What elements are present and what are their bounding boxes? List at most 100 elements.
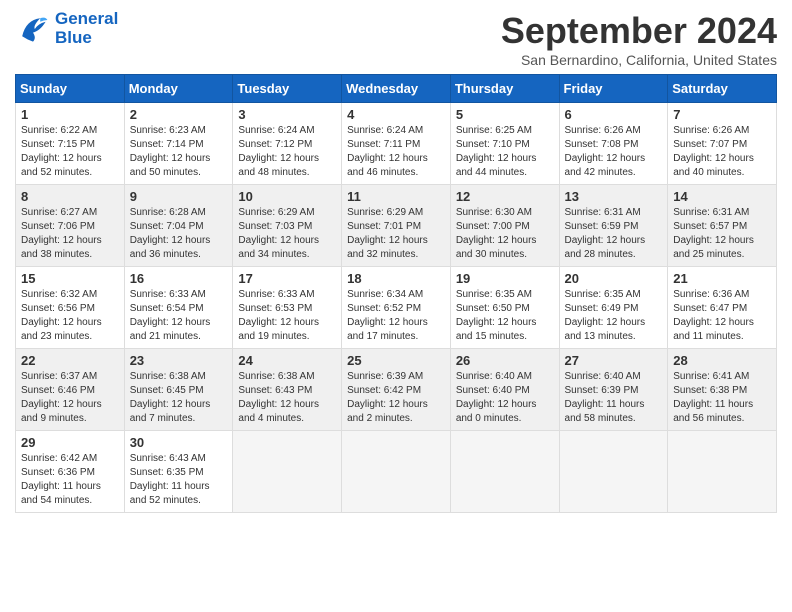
calendar-cell — [450, 431, 559, 513]
day-number: 27 — [565, 353, 663, 368]
day-info: Sunrise: 6:29 AMSunset: 7:01 PMDaylight:… — [347, 206, 445, 262]
day-info: Sunrise: 6:25 AMSunset: 7:10 PMDaylight:… — [456, 124, 554, 180]
title-area: September 2024 San Bernardino, Californi… — [501, 10, 777, 68]
calendar-cell: 11 Sunrise: 6:29 AMSunset: 7:01 PMDayligh… — [342, 185, 451, 267]
calendar-cell — [559, 431, 668, 513]
day-info: Sunrise: 6:23 AMSunset: 7:14 PMDaylight:… — [130, 124, 228, 180]
calendar-cell: 27 Sunrise: 6:40 AMSunset: 6:39 PMDayligh… — [559, 349, 668, 431]
day-info: Sunrise: 6:28 AMSunset: 7:04 PMDaylight:… — [130, 206, 228, 262]
logo: General Blue — [15, 10, 118, 47]
day-number: 10 — [238, 189, 336, 204]
calendar-cell: 8 Sunrise: 6:27 AMSunset: 7:06 PMDaylight… — [16, 185, 125, 267]
calendar-cell: 17 Sunrise: 6:33 AMSunset: 6:53 PMDayligh… — [233, 267, 342, 349]
day-info: Sunrise: 6:43 AMSunset: 6:35 PMDaylight:… — [130, 452, 228, 508]
calendar-cell: 20Sunrise: 6:35 AMSunset: 6:49 PMDayligh… — [559, 267, 668, 349]
day-number: 11 — [347, 189, 445, 204]
day-number: 16 — [130, 271, 228, 286]
day-number: 28 — [673, 353, 771, 368]
weekday-header-row: SundayMondayTuesdayWednesdayThursdayFrid… — [16, 75, 777, 103]
calendar-cell: 21 Sunrise: 6:36 AMSunset: 6:47 PMDayligh… — [668, 267, 777, 349]
calendar-cell: 16 Sunrise: 6:33 AMSunset: 6:54 PMDayligh… — [124, 267, 233, 349]
day-info: Sunrise: 6:33 AMSunset: 6:53 PMDaylight:… — [238, 288, 336, 344]
page-title: September 2024 — [501, 10, 777, 52]
day-number: 2 — [130, 107, 228, 122]
day-number: 4 — [347, 107, 445, 122]
weekday-header: Sunday — [16, 75, 125, 103]
day-number: 9 — [130, 189, 228, 204]
day-info: Sunrise: 6:40 AMSunset: 6:39 PMDaylight:… — [565, 370, 663, 426]
day-info: Sunrise: 6:24 AMSunset: 7:11 PMDaylight:… — [347, 124, 445, 180]
day-info: Sunrise: 6:40 AMSunset: 6:40 PMDaylight:… — [456, 370, 554, 426]
day-info: Sunrise: 6:26 AMSunset: 7:07 PMDaylight:… — [673, 124, 771, 180]
calendar-cell: 18Sunrise: 6:34 AMSunset: 6:52 PMDayligh… — [342, 267, 451, 349]
day-number: 8 — [21, 189, 119, 204]
calendar-week-row: 1Sunrise: 6:22 AMSunset: 7:15 PMDaylight… — [16, 103, 777, 185]
calendar-cell: 26Sunrise: 6:40 AMSunset: 6:40 PMDayligh… — [450, 349, 559, 431]
day-number: 22 — [21, 353, 119, 368]
day-info: Sunrise: 6:31 AMSunset: 6:59 PMDaylight:… — [565, 206, 663, 262]
calendar-cell: 14 Sunrise: 6:31 AMSunset: 6:57 PMDayligh… — [668, 185, 777, 267]
calendar-cell: 5 Sunrise: 6:25 AMSunset: 7:10 PMDaylight… — [450, 103, 559, 185]
day-number: 5 — [456, 107, 554, 122]
weekday-header: Tuesday — [233, 75, 342, 103]
day-info: Sunrise: 6:29 AMSunset: 7:03 PMDaylight:… — [238, 206, 336, 262]
day-info: Sunrise: 6:38 AMSunset: 6:43 PMDaylight:… — [238, 370, 336, 426]
day-info: Sunrise: 6:31 AMSunset: 6:57 PMDaylight:… — [673, 206, 771, 262]
day-number: 14 — [673, 189, 771, 204]
day-number: 29 — [21, 435, 119, 450]
day-info: Sunrise: 6:37 AMSunset: 6:46 PMDaylight:… — [21, 370, 119, 426]
calendar-cell: 29Sunrise: 6:42 AMSunset: 6:36 PMDayligh… — [16, 431, 125, 513]
calendar-cell: 9 Sunrise: 6:28 AMSunset: 7:04 PMDaylight… — [124, 185, 233, 267]
calendar-cell: 10 Sunrise: 6:29 AMSunset: 7:03 PMDayligh… — [233, 185, 342, 267]
day-info: Sunrise: 6:32 AMSunset: 6:56 PMDaylight:… — [21, 288, 119, 344]
day-info: Sunrise: 6:30 AMSunset: 7:00 PMDaylight:… — [456, 206, 554, 262]
day-number: 23 — [130, 353, 228, 368]
weekday-header: Saturday — [668, 75, 777, 103]
day-number: 1 — [21, 107, 119, 122]
header: General Blue September 2024 San Bernardi… — [15, 10, 777, 68]
page-subtitle: San Bernardino, California, United State… — [501, 52, 777, 68]
logo-text: General Blue — [55, 10, 118, 47]
calendar-cell: 23 Sunrise: 6:38 AMSunset: 6:45 PMDayligh… — [124, 349, 233, 431]
calendar-week-row: 29Sunrise: 6:42 AMSunset: 6:36 PMDayligh… — [16, 431, 777, 513]
calendar-cell: 7 Sunrise: 6:26 AMSunset: 7:07 PMDaylight… — [668, 103, 777, 185]
calendar-cell: 1Sunrise: 6:22 AMSunset: 7:15 PMDaylight… — [16, 103, 125, 185]
calendar-cell: 22 Sunrise: 6:37 AMSunset: 6:46 PMDayligh… — [16, 349, 125, 431]
day-number: 25 — [347, 353, 445, 368]
calendar-week-row: 22 Sunrise: 6:37 AMSunset: 6:46 PMDayligh… — [16, 349, 777, 431]
day-number: 19 — [456, 271, 554, 286]
calendar-cell: 28 Sunrise: 6:41 AMSunset: 6:38 PMDayligh… — [668, 349, 777, 431]
day-info: Sunrise: 6:36 AMSunset: 6:47 PMDaylight:… — [673, 288, 771, 344]
calendar-week-row: 15 Sunrise: 6:32 AMSunset: 6:56 PMDayligh… — [16, 267, 777, 349]
day-number: 15 — [21, 271, 119, 286]
day-number: 7 — [673, 107, 771, 122]
calendar-cell: 2 Sunrise: 6:23 AMSunset: 7:14 PMDaylight… — [124, 103, 233, 185]
day-number: 6 — [565, 107, 663, 122]
calendar-cell: 12Sunrise: 6:30 AMSunset: 7:00 PMDayligh… — [450, 185, 559, 267]
calendar-cell: 24 Sunrise: 6:38 AMSunset: 6:43 PMDayligh… — [233, 349, 342, 431]
calendar-cell: 4 Sunrise: 6:24 AMSunset: 7:11 PMDaylight… — [342, 103, 451, 185]
day-info: Sunrise: 6:39 AMSunset: 6:42 PMDaylight:… — [347, 370, 445, 426]
day-info: Sunrise: 6:26 AMSunset: 7:08 PMDaylight:… — [565, 124, 663, 180]
day-info: Sunrise: 6:33 AMSunset: 6:54 PMDaylight:… — [130, 288, 228, 344]
day-number: 17 — [238, 271, 336, 286]
weekday-header: Monday — [124, 75, 233, 103]
day-info: Sunrise: 6:24 AMSunset: 7:12 PMDaylight:… — [238, 124, 336, 180]
day-number: 21 — [673, 271, 771, 286]
calendar-cell: 19Sunrise: 6:35 AMSunset: 6:50 PMDayligh… — [450, 267, 559, 349]
calendar-cell: 6 Sunrise: 6:26 AMSunset: 7:08 PMDaylight… — [559, 103, 668, 185]
calendar-cell: 3Sunrise: 6:24 AMSunset: 7:12 PMDaylight… — [233, 103, 342, 185]
day-info: Sunrise: 6:41 AMSunset: 6:38 PMDaylight:… — [673, 370, 771, 426]
calendar-cell: 13Sunrise: 6:31 AMSunset: 6:59 PMDayligh… — [559, 185, 668, 267]
day-number: 30 — [130, 435, 228, 450]
calendar-cell: 25 Sunrise: 6:39 AMSunset: 6:42 PMDayligh… — [342, 349, 451, 431]
calendar-cell — [233, 431, 342, 513]
day-info: Sunrise: 6:35 AMSunset: 6:49 PMDaylight:… — [565, 288, 663, 344]
day-info: Sunrise: 6:38 AMSunset: 6:45 PMDaylight:… — [130, 370, 228, 426]
calendar-cell: 15 Sunrise: 6:32 AMSunset: 6:56 PMDayligh… — [16, 267, 125, 349]
day-info: Sunrise: 6:27 AMSunset: 7:06 PMDaylight:… — [21, 206, 119, 262]
day-number: 24 — [238, 353, 336, 368]
day-info: Sunrise: 6:34 AMSunset: 6:52 PMDaylight:… — [347, 288, 445, 344]
weekday-header: Friday — [559, 75, 668, 103]
weekday-header: Thursday — [450, 75, 559, 103]
